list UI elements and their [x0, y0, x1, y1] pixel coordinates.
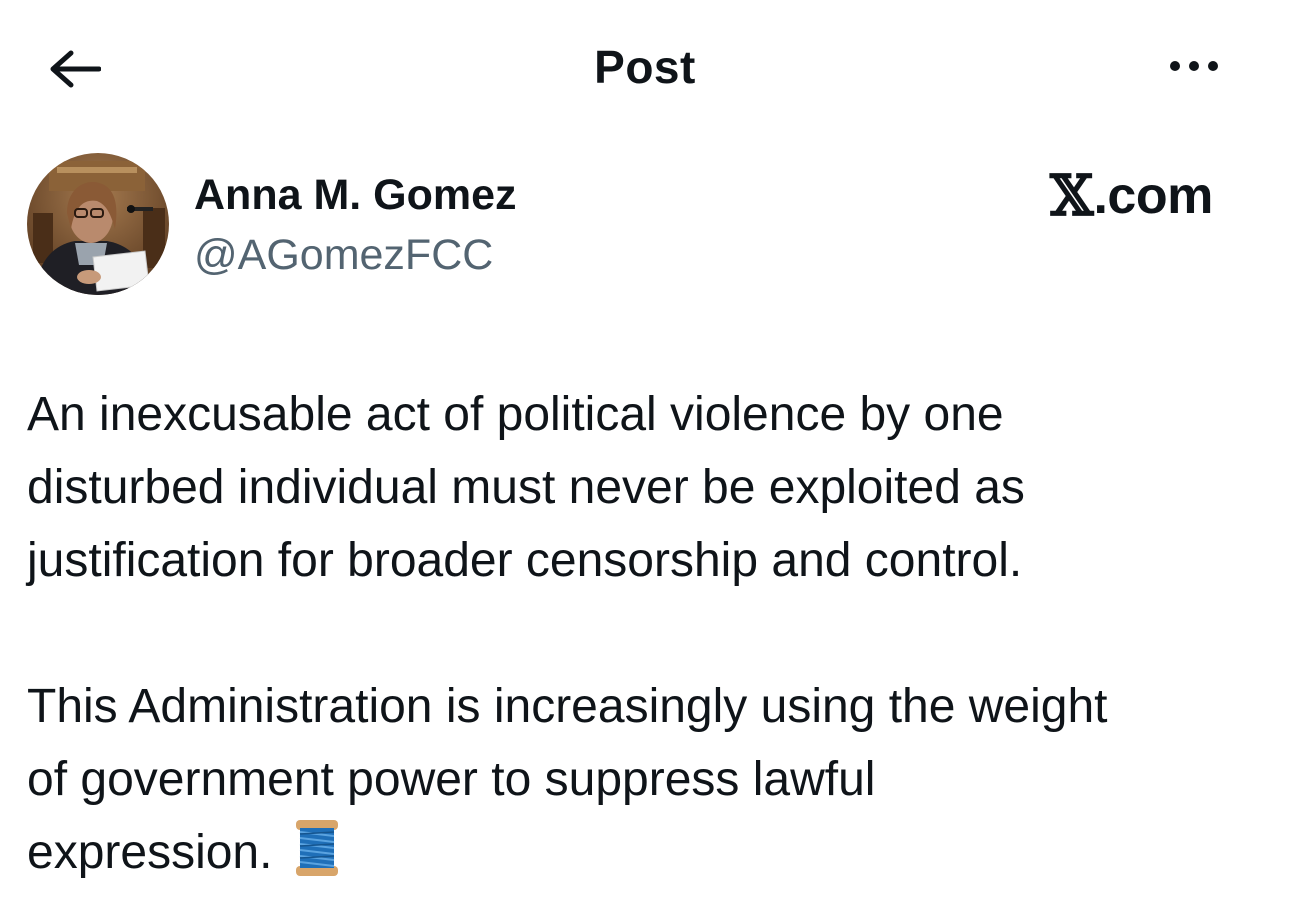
- post-paragraph-text: This Administration is increasingly usin…: [27, 680, 1108, 879]
- post-paragraph-2: This Administration is increasingly usin…: [27, 670, 1277, 889]
- top-bar: Post: [0, 0, 1290, 130]
- author-handle[interactable]: @AGomezFCC: [194, 228, 493, 282]
- more-dot: [1189, 61, 1199, 71]
- more-horizontal-icon: [1170, 61, 1180, 71]
- page-title: Post: [594, 41, 696, 93]
- avatar[interactable]: [27, 153, 169, 295]
- x-com-logo: 𝕏 .com: [1050, 166, 1213, 226]
- post-body: An inexcusable act of political violence…: [27, 378, 1277, 889]
- x-logo-icon: 𝕏: [1050, 163, 1094, 229]
- more-options-button[interactable]: [1158, 48, 1230, 84]
- author-display-name[interactable]: Anna M. Gomez: [194, 168, 517, 222]
- post-paragraph: An inexcusable act of political violence…: [27, 388, 1025, 587]
- x-logo-suffix: .com: [1093, 167, 1213, 225]
- more-dot: [1208, 61, 1218, 71]
- profile-photo: [27, 153, 169, 295]
- thread-spool-emoji: [296, 820, 339, 876]
